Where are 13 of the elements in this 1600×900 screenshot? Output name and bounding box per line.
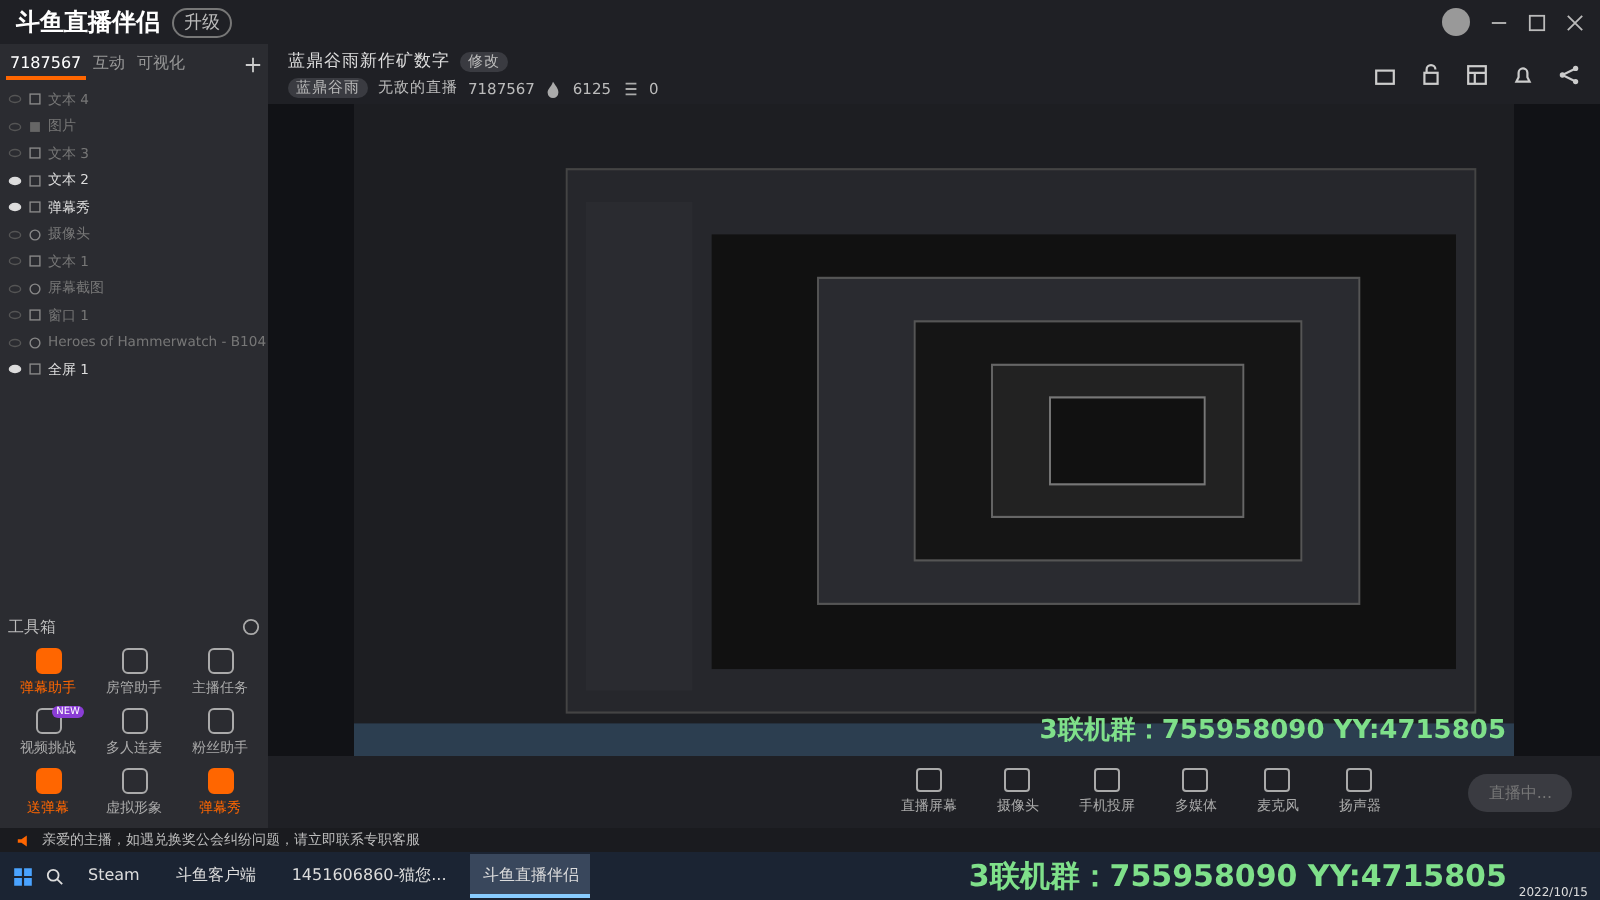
overlay-text: 3联机群：755958090 YY:4715805	[968, 857, 1507, 895]
app-logo: 斗鱼直播伴侣	[16, 5, 160, 39]
sidebar-tab[interactable]: 可视化	[133, 48, 190, 82]
room-title: 蓝鼎谷雨新作矿数字	[288, 50, 450, 74]
toolbox-title: 工具箱	[8, 616, 56, 638]
taskbar-app[interactable]: 1451606860-猫您...	[279, 854, 459, 898]
upgrade-badge[interactable]: 升级	[172, 7, 232, 37]
taskbar-app[interactable]: Steam	[76, 854, 152, 898]
taskbar-app[interactable]: 斗鱼客户端	[163, 854, 268, 898]
taskbar-app[interactable]: 斗鱼直播伴侣	[470, 854, 591, 898]
sidebar-tab[interactable]: 7187567	[6, 50, 86, 80]
overlay-text: 3联机群：755958090 YY:4715805	[1039, 714, 1506, 748]
sidebar-tab[interactable]: 互动	[89, 48, 130, 82]
